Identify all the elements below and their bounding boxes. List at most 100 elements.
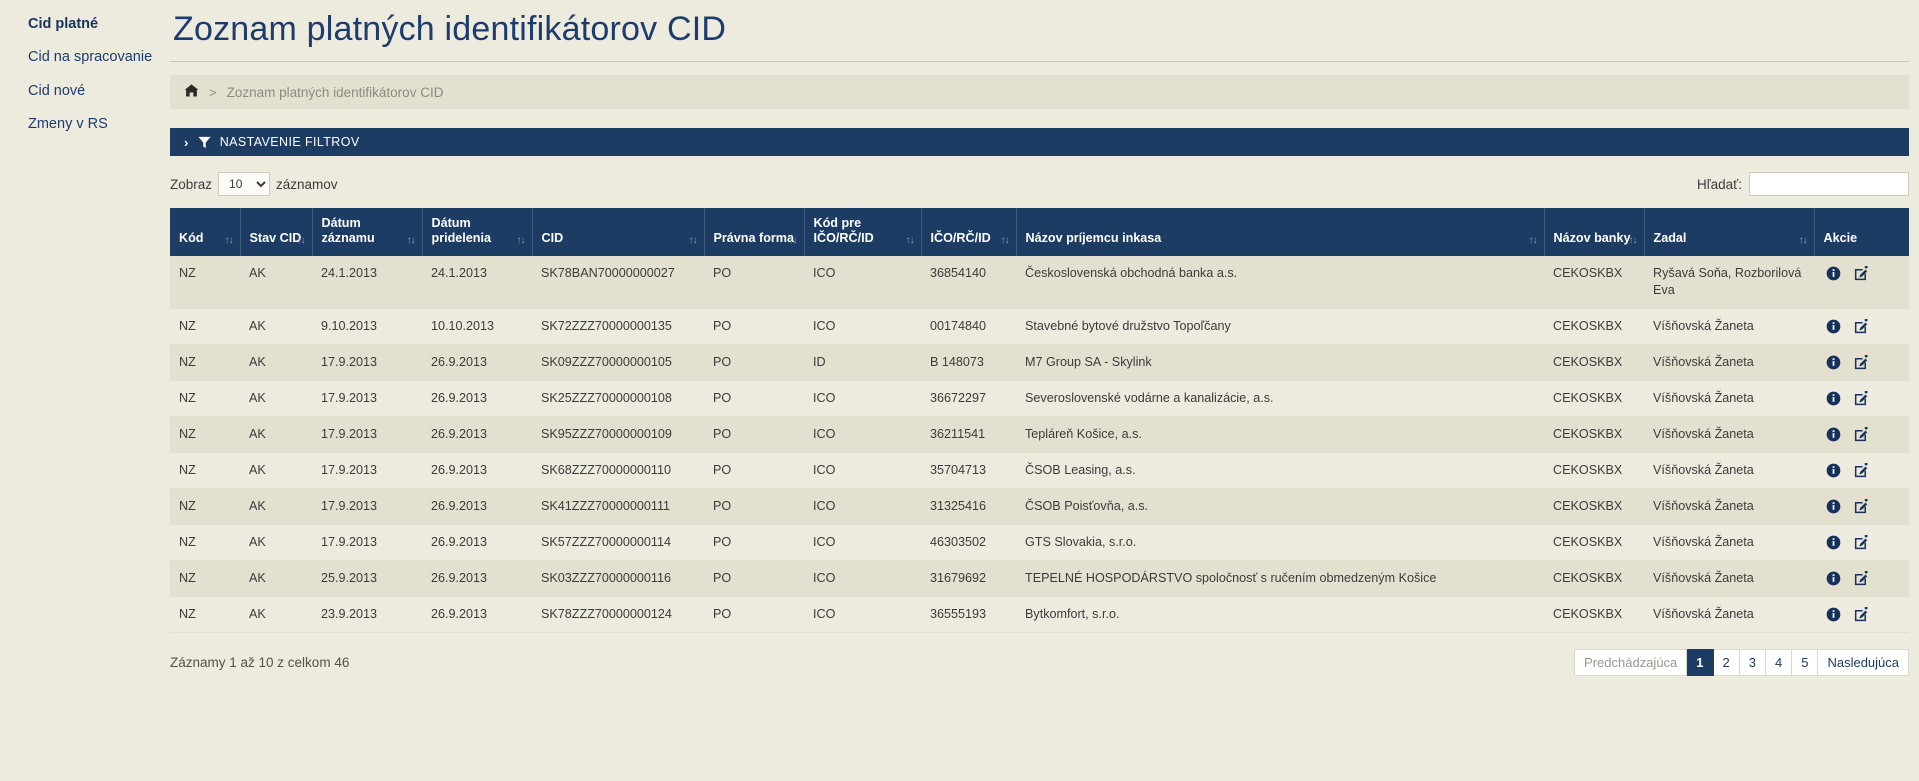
column-label: Právna forma bbox=[713, 231, 795, 246]
sort-icon[interactable]: ↑↓ bbox=[1001, 235, 1010, 247]
sidebar-item-zmeny-v-rs[interactable]: Zmeny v RS bbox=[0, 108, 170, 141]
cell-zadal: Víšňovská Žaneta bbox=[1644, 416, 1814, 453]
cell-ico: 36555193 bbox=[921, 596, 1016, 633]
detail-button[interactable] bbox=[1826, 535, 1841, 550]
detail-button[interactable] bbox=[1826, 499, 1841, 514]
cell-kod: NZ bbox=[170, 524, 240, 561]
column-header-ico[interactable]: IČO/RČ/ID ↑↓ bbox=[920, 208, 1016, 256]
column-header-cid[interactable]: CID ↑↓ bbox=[531, 208, 704, 256]
table-footer: Záznamy 1 až 10 z celkom 46 Predchádzajú… bbox=[170, 648, 1909, 676]
cell-datum-pridelenia: 26.9.2013 bbox=[422, 560, 532, 597]
cell-zadal: Víšňovská Žaneta bbox=[1644, 380, 1814, 417]
sidebar-item-label: Cid na spracovanie bbox=[28, 49, 153, 66]
column-label: Stav CID bbox=[249, 231, 302, 246]
detail-button[interactable] bbox=[1826, 463, 1841, 478]
sort-icon[interactable]: ↑↓ bbox=[1799, 235, 1808, 247]
cell-kod: NZ bbox=[170, 416, 240, 453]
cell-datum-zaznamu: 17.9.2013 bbox=[312, 380, 422, 417]
column-header-nazov-prijemcu[interactable]: Názov príjemcu inkasa ↑↓ bbox=[1015, 208, 1544, 256]
detail-button[interactable] bbox=[1826, 319, 1841, 334]
sidebar-item-label: Cid platné bbox=[28, 16, 99, 32]
edit-button[interactable] bbox=[1854, 318, 1869, 334]
cell-zadal: Víšňovská Žaneta bbox=[1644, 488, 1814, 525]
column-header-pravna-forma[interactable]: Právna forma ↑↓ bbox=[703, 208, 804, 256]
pagination-page-2[interactable]: 2 bbox=[1713, 648, 1740, 676]
column-header-kod[interactable]: Kód ↑↓ bbox=[170, 208, 240, 256]
page-length-control: Zobraz 10 25 50 100 záznamov bbox=[170, 172, 338, 197]
cell-ico: 36211541 bbox=[921, 416, 1016, 453]
edit-button[interactable] bbox=[1854, 498, 1869, 514]
pagination-page-3[interactable]: 3 bbox=[1739, 648, 1766, 676]
detail-button[interactable] bbox=[1826, 355, 1841, 370]
table-row: NZ AK 17.9.2013 26.9.2013 SK25ZZZ70000000108… bbox=[170, 380, 1909, 417]
cell-nazov-banky: CEKOSKBX bbox=[1544, 524, 1644, 561]
cell-kod-pre-ico: ICO bbox=[804, 255, 921, 309]
sort-icon[interactable]: ↑↓ bbox=[906, 235, 915, 247]
column-header-nazov-banky[interactable]: Názov banky ↑↓ bbox=[1543, 208, 1644, 256]
cell-datum-zaznamu: 9.10.2013 bbox=[312, 308, 422, 345]
detail-button[interactable] bbox=[1826, 266, 1841, 281]
edit-button[interactable] bbox=[1854, 534, 1869, 550]
edit-button[interactable] bbox=[1854, 570, 1869, 586]
sort-icon[interactable]: ↑↓ bbox=[689, 235, 698, 247]
pagination-previous[interactable]: Predchádzajúca bbox=[1574, 648, 1688, 676]
cell-kod-pre-ico: ICO bbox=[804, 488, 921, 525]
column-header-zadal[interactable]: Zadal ↑↓ bbox=[1643, 208, 1814, 256]
cell-cid: SK09ZZZ70000000105 bbox=[532, 344, 704, 381]
column-header-datum-pridelenia[interactable]: Dátum pridelenia ↑↓ bbox=[421, 208, 532, 256]
page-length-label-after: záznamov bbox=[276, 176, 338, 192]
cell-kod: NZ bbox=[170, 255, 240, 309]
pagination: Predchádzajúca 1 2 3 4 5 Nasledujúca bbox=[1574, 648, 1909, 676]
column-label: CID bbox=[541, 231, 564, 246]
detail-button[interactable] bbox=[1826, 391, 1841, 406]
cell-akcie bbox=[1814, 452, 1909, 489]
table-header: Kód ↑↓ Stav CID ↑↓ Dátum záznamu ↑↓ Dátu… bbox=[170, 208, 1909, 256]
pagination-page-5[interactable]: 5 bbox=[1792, 648, 1819, 676]
table-row: NZ AK 23.9.2013 26.9.2013 SK78ZZZ70000000124… bbox=[170, 596, 1909, 633]
sort-icon[interactable]: ↑↓ bbox=[1529, 235, 1538, 247]
edit-button[interactable] bbox=[1854, 265, 1869, 281]
cell-kod: NZ bbox=[170, 560, 240, 597]
edit-icon bbox=[1854, 265, 1869, 281]
detail-button[interactable] bbox=[1826, 607, 1841, 622]
pagination-page-1[interactable]: 1 bbox=[1687, 648, 1714, 676]
detail-button[interactable] bbox=[1826, 427, 1841, 442]
column-header-datum-zaznamu[interactable]: Dátum záznamu ↑↓ bbox=[311, 208, 422, 256]
edit-button[interactable] bbox=[1854, 354, 1869, 370]
cell-kod: NZ bbox=[170, 308, 240, 345]
cell-akcie bbox=[1814, 255, 1909, 309]
column-header-kod-pre-ico[interactable]: Kód pre IČO/RČ/ID ↑↓ bbox=[803, 208, 921, 256]
sort-icon[interactable]: ↑↓ bbox=[789, 235, 798, 247]
edit-button[interactable] bbox=[1854, 426, 1869, 442]
cell-ico: B 148073 bbox=[921, 344, 1016, 381]
pagination-page-4[interactable]: 4 bbox=[1765, 648, 1793, 676]
cell-cid: SK78ZZZ70000000124 bbox=[532, 596, 704, 633]
page-length-select[interactable]: 10 25 50 100 bbox=[218, 172, 271, 197]
sort-icon[interactable]: ↑↓ bbox=[225, 235, 234, 247]
sort-icon[interactable]: ↑↓ bbox=[297, 235, 306, 247]
record-info: Záznamy 1 až 10 z celkom 46 bbox=[170, 654, 350, 670]
cell-nazov-prijemcu: TEPELNÉ HOSPODÁRSTVO spoločnosť s ručení… bbox=[1016, 560, 1544, 597]
sort-icon[interactable]: ↑↓ bbox=[407, 235, 416, 247]
edit-button[interactable] bbox=[1854, 390, 1869, 406]
sidebar-item-cid-na-spracovanie[interactable]: Cid na spracovanie bbox=[0, 41, 170, 74]
detail-button[interactable] bbox=[1826, 571, 1841, 586]
cell-ico: 31679692 bbox=[921, 560, 1016, 597]
sort-icon[interactable]: ↑↓ bbox=[517, 235, 526, 247]
sidebar-item-cid-nove[interactable]: Cid nové bbox=[0, 75, 170, 108]
edit-icon bbox=[1854, 570, 1869, 586]
column-header-stav-cid[interactable]: Stav CID ↑↓ bbox=[239, 208, 312, 256]
sort-icon[interactable]: ↑↓ bbox=[1629, 235, 1638, 247]
home-icon[interactable] bbox=[184, 84, 199, 100]
search-input[interactable] bbox=[1749, 172, 1909, 197]
filter-settings-bar[interactable]: › NASTAVENIE FILTROV bbox=[170, 128, 1909, 157]
edit-button[interactable] bbox=[1854, 462, 1869, 478]
cell-cid: SK72ZZZ70000000135 bbox=[532, 308, 704, 345]
cell-nazov-banky: CEKOSKBX bbox=[1544, 416, 1644, 453]
cell-stav-cid: AK bbox=[240, 308, 312, 345]
sidebar-item-cid-platne[interactable]: Cid platné bbox=[0, 8, 170, 41]
column-label: Kód bbox=[179, 231, 204, 246]
edit-button[interactable] bbox=[1854, 606, 1869, 622]
cell-nazov-prijemcu: GTS Slovakia, s.r.o. bbox=[1016, 524, 1544, 561]
pagination-next[interactable]: Nasledujúca bbox=[1818, 648, 1909, 676]
